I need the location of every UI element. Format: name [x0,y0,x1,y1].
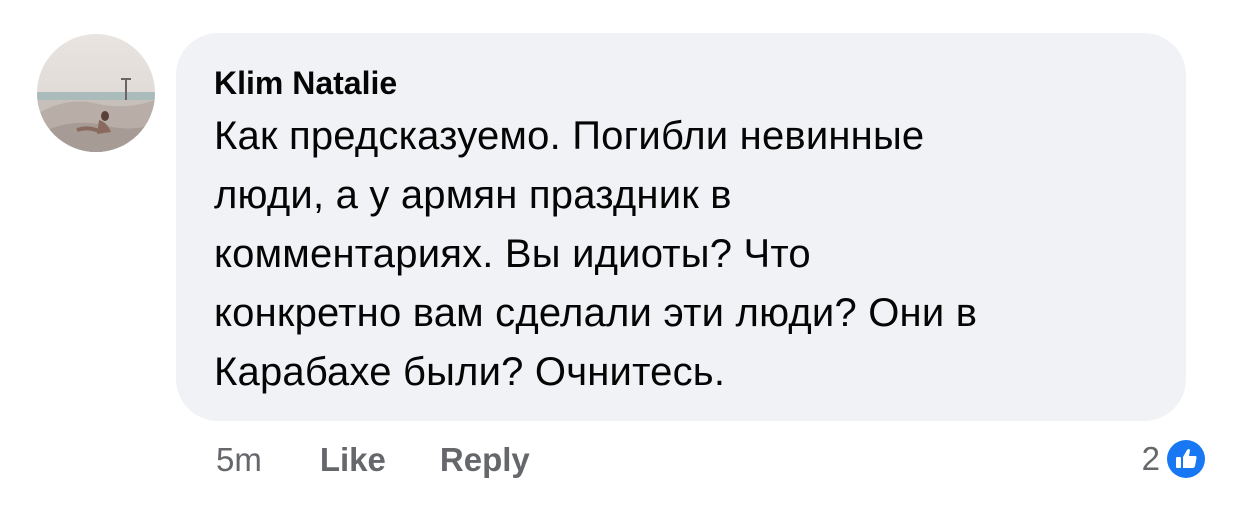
comment-text: Как предсказуемо. Погибли невинные люди,… [214,114,978,394]
reaction-count: 2 [1141,440,1160,477]
like-button[interactable]: Like [320,441,386,479]
reply-button[interactable]: Reply [440,441,530,479]
reaction-summary[interactable]: 2 [1142,436,1208,482]
avatar[interactable] [37,34,155,152]
comment-actions: 5m Like Reply [216,440,584,480]
avatar-photo [37,34,155,152]
author-name[interactable]: Klim Natalie [214,63,1146,103]
timestamp[interactable]: 5m [216,441,262,479]
like-badge [1164,437,1208,481]
like-icon [1167,440,1205,478]
comment-bubble: Klim Natalie Как предсказуемо. Погибли н… [176,33,1186,421]
